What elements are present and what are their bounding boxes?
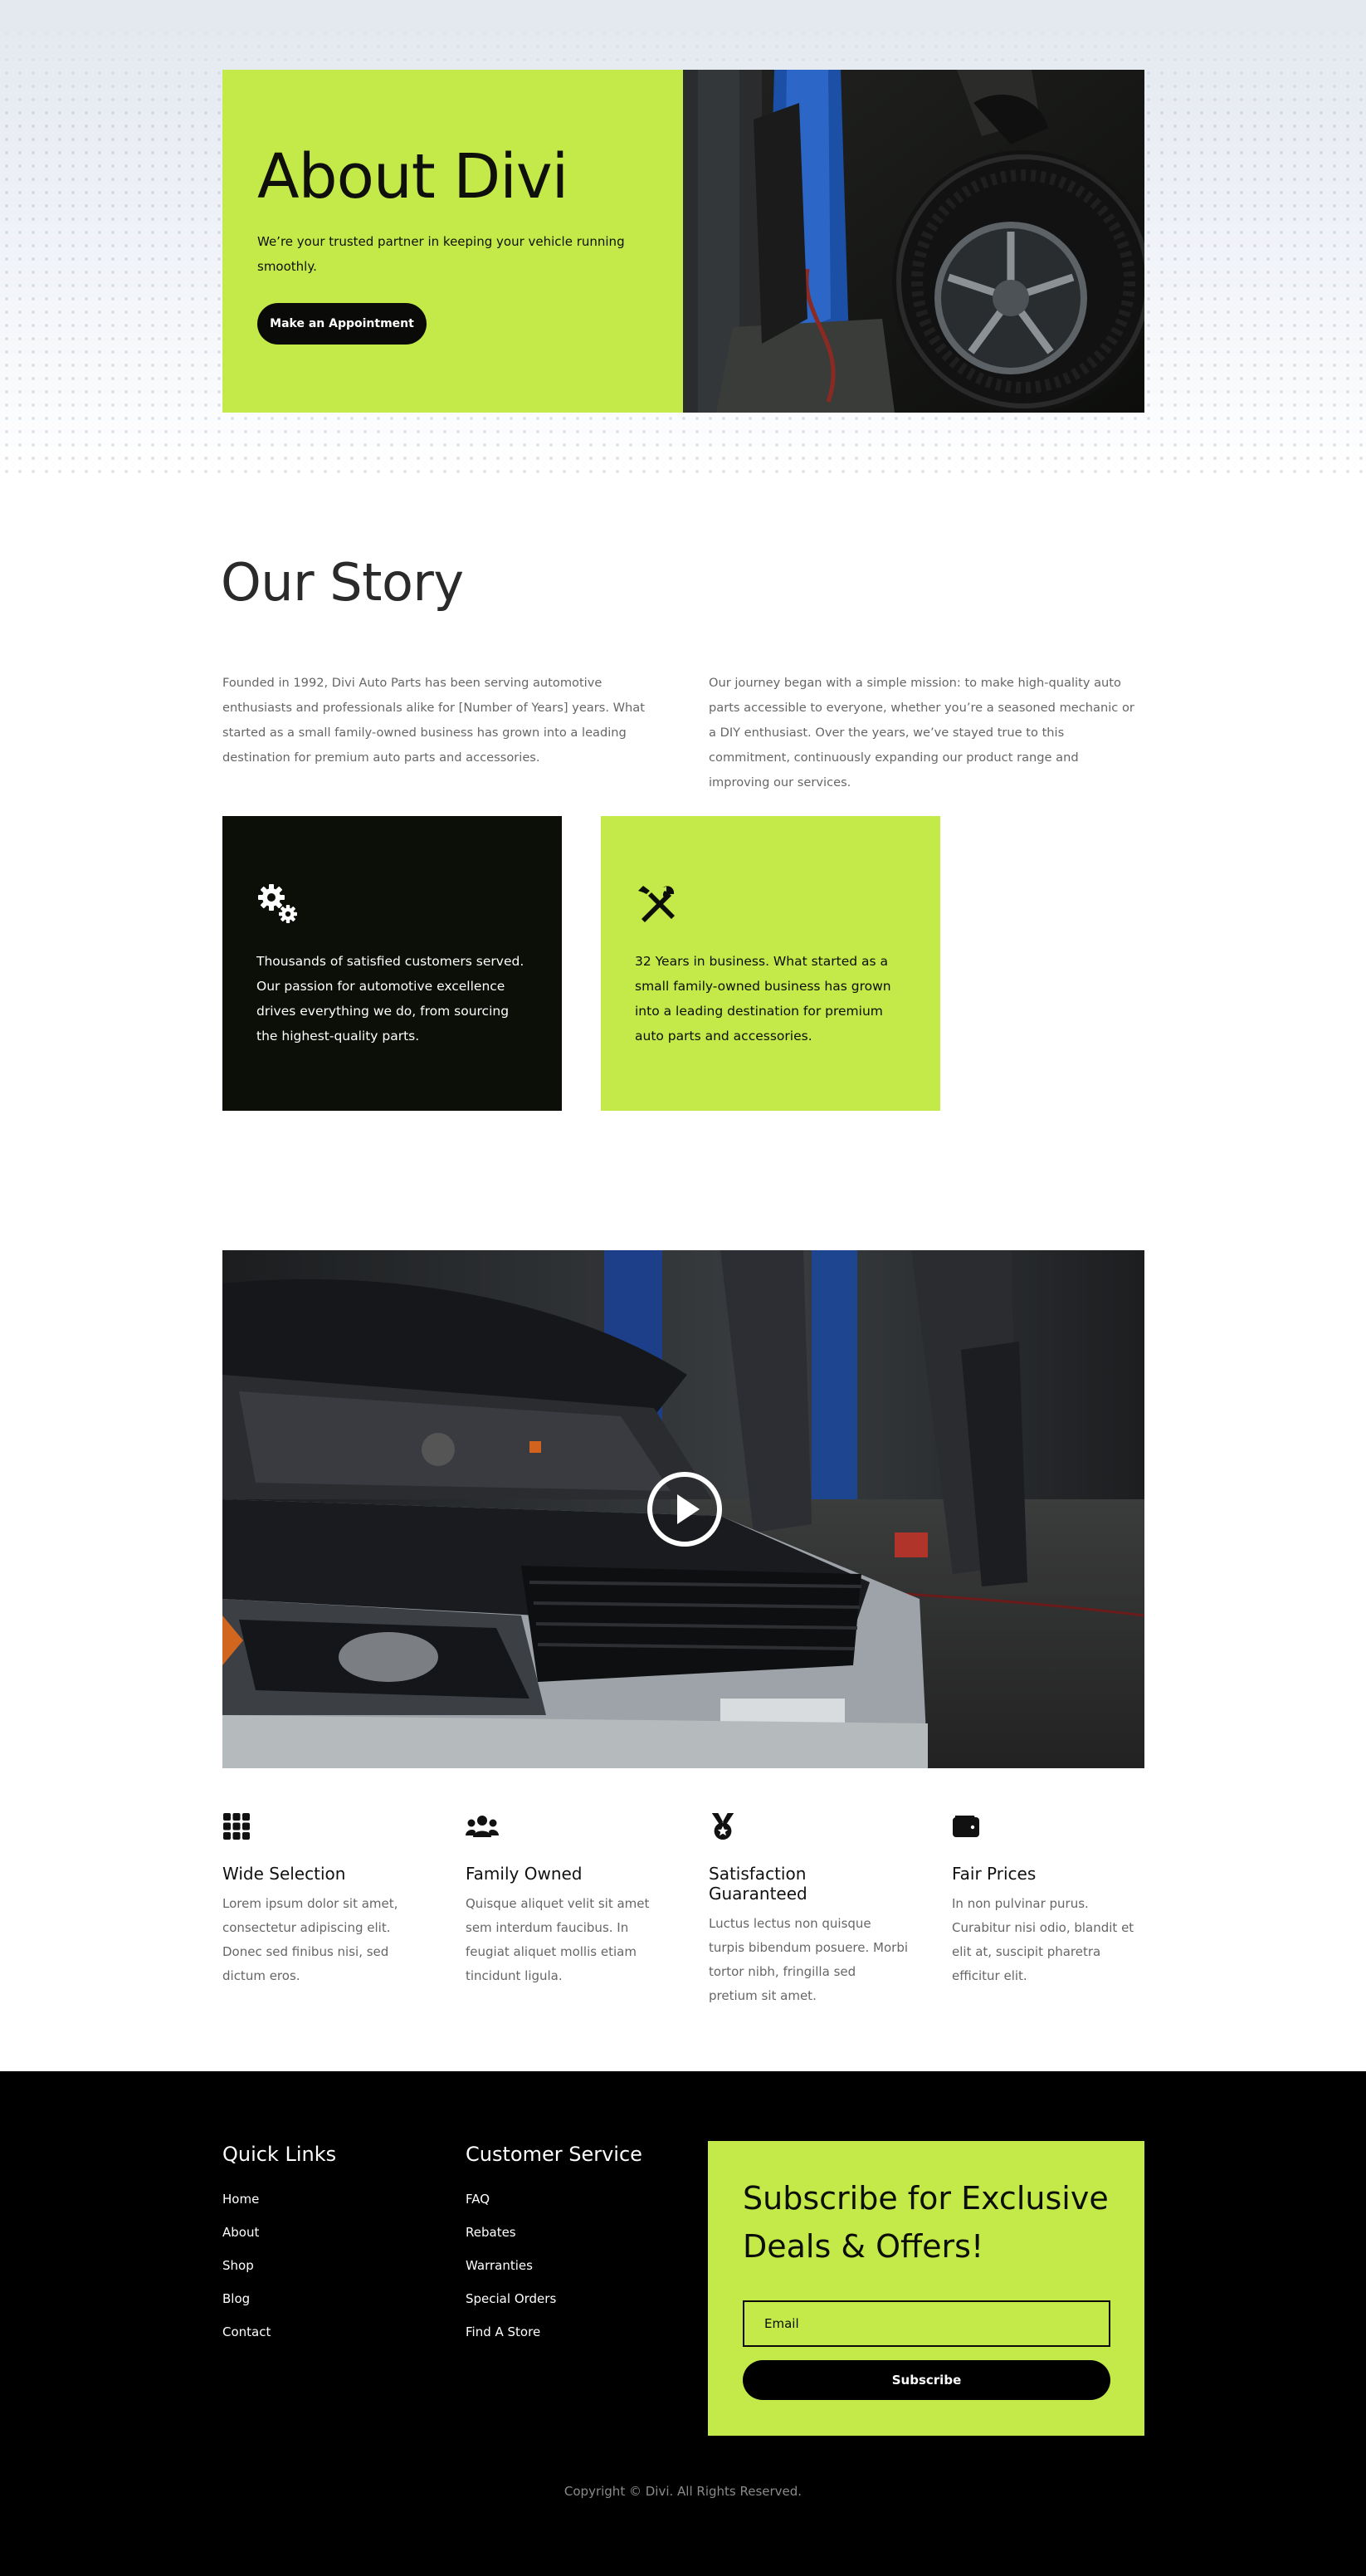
benefit-text: Lorem ipsum dolor sit amet, consectetur …: [222, 1896, 398, 1983]
email-field[interactable]: Email: [743, 2300, 1110, 2347]
our-story-heading: Our Story: [221, 552, 464, 613]
grid-icon: [223, 1813, 250, 1840]
tire-mechanic-image: [683, 70, 1144, 413]
footer-link-about[interactable]: About: [222, 2225, 259, 2240]
benefit-family-owned: Family Owned Quisque aliquet velit sit a…: [466, 1812, 665, 1988]
footer: [0, 2071, 1366, 2576]
footer-link-warranties[interactable]: Warranties: [466, 2258, 533, 2273]
email-placeholder: Email: [764, 2316, 799, 2331]
play-icon[interactable]: [646, 1471, 723, 1547]
benefit-title: Family Owned: [466, 1864, 583, 1884]
footer-link-rebates[interactable]: Rebates: [466, 2225, 516, 2240]
hero-subtitle: We’re your trusted partner in keeping yo…: [257, 234, 625, 274]
footer-link-contact[interactable]: Contact: [222, 2324, 271, 2339]
benefit-satisfaction: Satisfaction Guaranteed Luctus lectus no…: [709, 1812, 908, 2008]
benefit-text: In non pulvinar purus. Curabitur nisi od…: [952, 1896, 1134, 1983]
benefit-title: Wide Selection: [222, 1864, 346, 1884]
feature-text: Thousands of satisfied customers served.…: [256, 954, 524, 1044]
benefit-wide-selection: Wide Selection Lorem ipsum dolor sit ame…: [222, 1812, 422, 1988]
gears-icon: [258, 884, 297, 923]
benefit-title: Satisfaction Guaranteed: [709, 1864, 807, 1904]
hero-section: About Divi We’re your trusted partner in…: [222, 70, 1144, 413]
users-icon: [466, 1816, 499, 1837]
subscribe-heading: Subscribe for Exclusive Deals & Offers!: [743, 2180, 1109, 2265]
benefit-text: Quisque aliquet velit sit amet sem inter…: [466, 1896, 650, 1983]
tools-icon: [638, 886, 675, 922]
hero-text-panel: About Divi We’re your trusted partner in…: [222, 70, 683, 413]
feature-card-years: 32 Years in business. What started as a …: [601, 816, 940, 1111]
hero-image: [683, 70, 1144, 413]
benefit-fair-prices: Fair Prices In non pulvinar purus. Curab…: [952, 1812, 1151, 1988]
quick-links-heading: Quick Links: [222, 2143, 337, 2166]
feature-card-customers: Thousands of satisfied customers served.…: [222, 816, 562, 1111]
story-paragraph-left: Founded in 1992, Divi Auto Parts has bee…: [222, 676, 645, 765]
feature-text: 32 Years in business. What started as a …: [635, 954, 891, 1044]
wallet-icon: [953, 1816, 979, 1837]
copyright-text: Copyright © Divi. All Rights Reserved.: [563, 2484, 803, 2499]
footer-link-find-a-store[interactable]: Find A Store: [466, 2324, 540, 2339]
medal-icon: [711, 1812, 734, 1840]
benefit-title: Fair Prices: [952, 1864, 1037, 1884]
footer-link-special-orders[interactable]: Special Orders: [466, 2291, 556, 2306]
subscribe-card: Subscribe for Exclusive Deals & Offers! …: [708, 2141, 1144, 2436]
footer-link-faq[interactable]: FAQ: [466, 2192, 490, 2207]
story-paragraph-right: Our journey began with a simple mission:…: [709, 676, 1134, 789]
make-appointment-button[interactable]: Make an Appointment: [257, 303, 427, 345]
footer-link-home[interactable]: Home: [222, 2192, 259, 2207]
footer-link-blog[interactable]: Blog: [222, 2291, 250, 2306]
subscribe-button[interactable]: Subscribe: [743, 2360, 1110, 2400]
benefit-text: Luctus lectus non quisque turpis bibendu…: [709, 1916, 909, 2003]
footer-link-shop[interactable]: Shop: [222, 2258, 254, 2273]
page-title: About Divi: [257, 141, 568, 213]
video-player[interactable]: [222, 1250, 1144, 1768]
customer-service-heading: Customer Service: [466, 2143, 642, 2166]
